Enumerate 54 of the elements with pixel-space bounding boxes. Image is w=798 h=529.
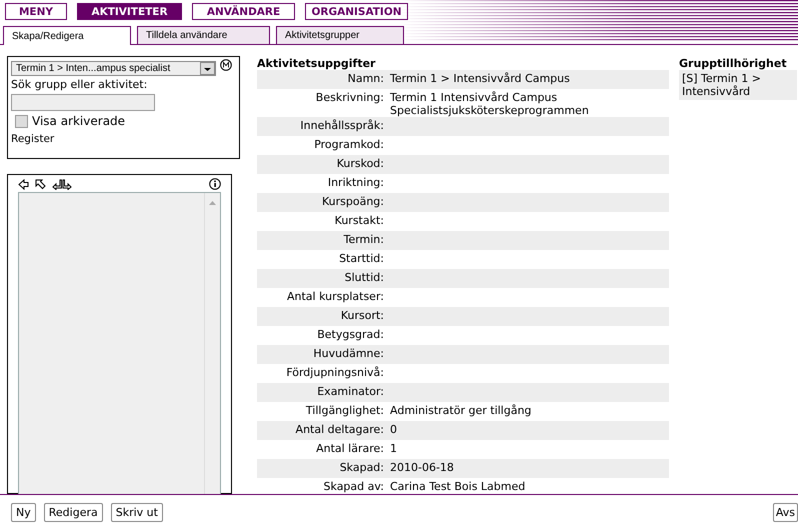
- action-button[interactable]: Redigera: [44, 502, 103, 522]
- field-label: Sluttid:: [344, 271, 385, 286]
- field-value: 1: [390, 442, 398, 457]
- action-button[interactable]: Ny: [11, 502, 36, 522]
- action-button[interactable]: Skriv ut: [110, 502, 163, 522]
- field-value: 0: [390, 423, 398, 438]
- field-label: Inriktning:: [326, 176, 385, 191]
- nav-button[interactable]: ANVÄNDARE: [192, 3, 295, 20]
- register-link[interactable]: Register: [11, 133, 236, 145]
- field-label: Antal lärare:: [315, 442, 385, 457]
- field-label: Skapad av:: [322, 480, 385, 494]
- search-label: Sök grupp eller aktivitet:: [11, 78, 148, 91]
- field-value: Carina Test Bois Labmed: [390, 480, 526, 494]
- field-label: Kurstakt:: [334, 214, 385, 229]
- field-value: Termin 1 Intensivvård Campus Specialistsjuksköterskeprogrammen: [390, 91, 590, 117]
- field-label: Fördjupningsnivå:: [285, 366, 385, 381]
- tab[interactable]: Aktivitetsgrupper: [276, 26, 404, 44]
- search-field[interactable]: [11, 94, 155, 111]
- field-label: Antal kursplatser:: [286, 290, 385, 305]
- field-value: 2010-06-18: [390, 461, 455, 476]
- action-button[interactable]: Avs: [772, 502, 798, 522]
- arrows-down-icon[interactable]: [52, 178, 72, 190]
- m-circle-icon[interactable]: [220, 59, 232, 71]
- field-label: Kurskod:: [336, 157, 385, 172]
- field-label: Betygsgrad:: [316, 328, 385, 343]
- field-label: Innehållsspråk:: [299, 119, 385, 134]
- field-value: Termin 1 > Intensivvård Campus: [390, 72, 571, 87]
- field-label: Skapad:: [338, 461, 385, 476]
- info-icon[interactable]: [209, 178, 221, 190]
- field-label: Antal deltagare:: [294, 423, 385, 438]
- nav-button[interactable]: AKTIVITETER: [77, 3, 182, 20]
- field-label: Termin:: [342, 233, 385, 248]
- arrow-left-icon[interactable]: [18, 178, 29, 190]
- section-title: Aktivitetsuppgifter: [257, 57, 376, 70]
- nav-button[interactable]: ORGANISATION: [305, 3, 408, 20]
- field-label: Huvudämne:: [312, 347, 385, 362]
- tab[interactable]: Skapa/Redigera: [3, 26, 131, 45]
- field-label: Beskrivning:: [314, 91, 385, 106]
- field-label: Examinator:: [316, 385, 385, 400]
- group-dropdown[interactable]: Termin 1 > Inten...ampus specialist: [11, 61, 216, 76]
- nav-button[interactable]: MENY: [5, 3, 67, 20]
- field-label: Programkod:: [313, 138, 385, 153]
- archived-checkbox[interactable]: [15, 114, 28, 128]
- field-label: Tillgänglighet:: [304, 404, 385, 419]
- field-label: Kursort:: [340, 309, 385, 324]
- field-value: Administratör ger tillgång: [390, 404, 532, 419]
- field-label: Starttid:: [338, 252, 385, 267]
- field-label: Kurspoäng:: [320, 195, 385, 210]
- section-title: Grupptillhörighet: [679, 57, 788, 70]
- tab[interactable]: Tilldela användare: [137, 26, 270, 44]
- group-item: [S] Termin 1 > Intensivvård: [679, 70, 797, 100]
- field-label: Namn:: [346, 72, 385, 87]
- arrow-up-left-icon[interactable]: [35, 178, 46, 190]
- checkbox-label: Visa arkiverade: [32, 114, 126, 128]
